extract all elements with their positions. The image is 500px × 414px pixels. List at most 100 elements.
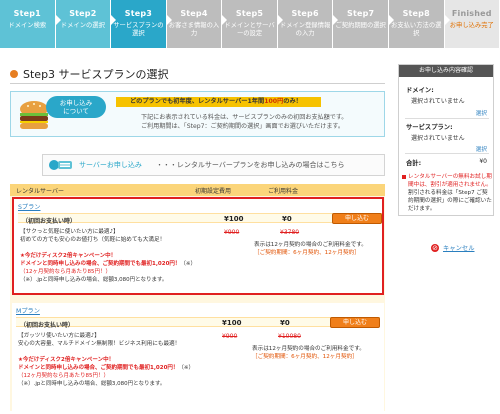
plan-price-note: 表示は12ヶ月契約の場合のご利用料金です。 ［ご契約期間：6ヶ月契約、12ヶ月契…: [254, 241, 367, 257]
step-number: Step7: [347, 9, 375, 18]
setup-price-original: ¥900: [224, 229, 240, 236]
server-apply-bar: サーバーお申し込み ・・・レンタルサーバープランをお申し込みの場合はこちら: [42, 154, 385, 176]
promo-note-line1: 下記にお表示されている料金は、サービスプランのみの初回お支払額です。: [141, 114, 348, 121]
plan-price-note-line2: ［ご契約期間：6ヶ月契約、12ヶ月契約］: [254, 250, 360, 256]
plan-row-m: Mプラン （初回お支払い時） ¥100 ¥0 申し込む ¥900 ¥10080 …: [12, 303, 384, 411]
column-header-setup-fee: 初期設定費用: [195, 188, 232, 195]
title-divider: [10, 83, 385, 84]
plan-row-s: Sプラン （初回お支払い時） ¥100 ¥0 申し込む ¥900 ¥3780 【…: [12, 197, 384, 295]
server-apply-description: ・・・レンタルサーバープランをお申し込みの場合はこちら: [155, 161, 345, 169]
step-number: Step3: [124, 9, 153, 18]
step-label: お客さま情報の入力: [168, 22, 220, 37]
plan-description-line1: 【ガッツリ使いたい方に最適♪】: [18, 333, 100, 339]
cancel-row[interactable]: ⊘ キャンセル: [431, 243, 474, 252]
plan-billing-row: （初回お支払い時）: [16, 317, 380, 329]
offer-note: （12ヶ月契約なら月あたり85円！）: [18, 373, 109, 379]
plan-description-line2: 安心の大容量、マルチドメイン無制限！ビジネス利用にも最適！: [18, 340, 181, 347]
plan-description-line1: 【サクっと気軽に使いたい方に最適♪】: [20, 229, 119, 235]
promo-box: お申し込み について どのプランでも初年度、レンタルサーバー1年間100円のみ！…: [10, 91, 385, 137]
sidebar-plan-label: サービスプラン:: [406, 124, 453, 131]
sidebar-warning: レンタルサーバーの無料お試し期間中は、割引が適用されません。 割引される料金は「…: [402, 173, 492, 213]
step-label: ご契約期間の選択: [335, 22, 386, 29]
setup-price: ¥100: [222, 319, 242, 327]
warning-bullet-icon: [402, 175, 406, 179]
cancel-icon: ⊘: [431, 243, 439, 252]
promo-badge-line1: お申し込み: [59, 99, 93, 107]
campaign-text: ★今だけディスク2倍キャンペーン中！: [18, 357, 115, 363]
step-label: ドメイン検索: [8, 22, 47, 29]
plan-price-note-line1: 表示は12ヶ月契約の場合のご利用料金です。: [254, 242, 367, 248]
column-header-usage-fee: ご利用料金: [268, 188, 299, 195]
plan-description: 【ガッツリ使いたい方に最適♪】 安心の大容量、マルチドメイン無制限！ビジネス利用…: [18, 333, 180, 348]
step-5: Step5 ドメインとサーバーの設定: [222, 0, 283, 48]
server-apply-link[interactable]: サーバーお申し込み: [79, 160, 142, 170]
plan-description: 【サクっと気軽に使いたい方に最適♪】 初めての方でも安心のお値打ち（気軽に始めて…: [20, 229, 165, 244]
promo-badge[interactable]: お申し込み について: [46, 96, 106, 118]
sidebar-total-value: ¥0: [479, 158, 487, 165]
promo-note: 下記にお表示されている料金は、サービスプランのみの初回お支払額です。 ご利用期間…: [141, 113, 347, 131]
step-7: Step7 ご契約期間の選択: [333, 0, 394, 48]
sidebar-plan-value: 選択されていません: [411, 135, 465, 142]
plan-billing-label: （初回お支払い時）: [22, 218, 77, 225]
plan-name-link[interactable]: Sプラン: [18, 202, 41, 211]
promo-banner: どのプランでも初年度、レンタルサーバー1年間100円のみ！: [116, 97, 321, 107]
sidebar-plan-select-link[interactable]: 選択: [476, 145, 487, 153]
step-number: Step1: [13, 9, 41, 18]
offer-note: （12ヶ月契約なら月あたり85円！）: [20, 269, 111, 275]
page-title-row: Step3 サービスプランの選択: [10, 66, 169, 82]
plan-name-link[interactable]: Mプラン: [16, 306, 40, 315]
step-number: Step2: [69, 9, 97, 18]
step-number: Step8: [402, 9, 430, 18]
step-2: Step2 ドメインの選択: [55, 0, 116, 48]
step-finished: Finished お申し込み完了: [444, 0, 500, 48]
promo-badge-line2: について: [63, 107, 89, 115]
plan-campaign: ★今だけディスク2倍キャンペーン中！ ドメインと同時申し込みの場合、ご契約期間で…: [18, 356, 194, 388]
step-progress-bar: Step1 ドメイン検索 Step2 ドメインの選択 Step3 サービスプランの選択…: [0, 0, 500, 48]
promo-banner-suffix: のみ！: [283, 98, 302, 105]
setup-price: ¥100: [224, 215, 244, 223]
promo-note-line2: ご利用期間は、「Step7：ご契約期間の選択」画面でお選びいただけます。: [141, 123, 344, 130]
plan-price-note-line2: ［ご契約期間：6ヶ月契約、12ヶ月契約］: [252, 354, 358, 360]
step-label: お申し込み完了: [449, 22, 494, 29]
step-label: お支払い方法の選択: [391, 22, 442, 37]
usage-price-original: ¥10080: [278, 333, 301, 340]
sidebar-title: お申し込み内容確認: [399, 65, 493, 77]
jp-note: （※）.jpと同時申し込みの場合、総額3,080円となります。: [18, 381, 166, 387]
sidebar-domain-select-link[interactable]: 選択: [476, 109, 487, 117]
step-3: Step3 サービスプランの選択: [111, 0, 172, 48]
sidebar-total-label: 合計:: [406, 160, 422, 167]
plan-description-line2: 初めての方でも安心のお値打ち（気軽に始めても大満足！: [20, 236, 166, 243]
jp-note: （※）.jpと同時申し込みの場合、総額3,080円となります。: [20, 277, 168, 283]
plan-billing-label: （初回お支払い時）: [20, 322, 75, 329]
column-header-server: レンタルサーバー: [16, 188, 64, 195]
step-label: ドメイン登録情報の入力: [279, 22, 331, 37]
plan-price-note-line1: 表示は12ヶ月契約の場合のご利用料金です。: [252, 346, 365, 352]
step-label: ドメインの選択: [60, 22, 105, 29]
domain-offer-text: ドメインと同時申し込みの場合、ご契約期間でも最初1,020円！: [18, 365, 179, 371]
step-number: Step4: [180, 9, 208, 18]
cancel-link[interactable]: キャンセル: [443, 243, 474, 252]
promo-banner-highlight: 100円: [264, 98, 284, 105]
sidebar-divider: [405, 118, 489, 119]
step-label: サービスプランの選択: [113, 22, 164, 37]
step-8: Step8 お支払い方法の選択: [388, 0, 450, 48]
setup-price-original: ¥900: [222, 333, 238, 340]
sidebar-domain-label: ドメイン:: [406, 87, 434, 94]
sidebar-warning-red: レンタルサーバーの無料お試し期間中は、割引が適用されません。: [408, 174, 492, 188]
apply-button[interactable]: 申し込む: [332, 213, 382, 224]
apply-button[interactable]: 申し込む: [330, 317, 380, 328]
usage-price: ¥0: [282, 215, 292, 223]
step-number: Finished: [451, 9, 492, 18]
usage-price: ¥0: [280, 319, 290, 327]
campaign-text: ★今だけディスク2倍キャンペーン中！: [20, 253, 117, 259]
plan-billing-row: （初回お支払い時）: [18, 213, 382, 225]
promo-banner-prefix: どのプランでも初年度、レンタルサーバー1年間: [130, 98, 265, 105]
bullet-circle-icon: [10, 70, 18, 78]
domain-offer-suffix: （※）: [178, 365, 195, 371]
sidebar-warning-note: 割引される料金は「Step7 ご契約期間の選択」の際にご確認いただけます。: [408, 190, 492, 212]
step-4: Step4 お客さま情報の入力: [166, 0, 227, 48]
step-1: Step1 ドメイン検索: [0, 0, 61, 48]
step-6: Step6 ドメイン登録情報の入力: [277, 0, 338, 48]
step-number: Step6: [291, 9, 319, 18]
domain-offer-suffix: （※）: [180, 261, 197, 267]
